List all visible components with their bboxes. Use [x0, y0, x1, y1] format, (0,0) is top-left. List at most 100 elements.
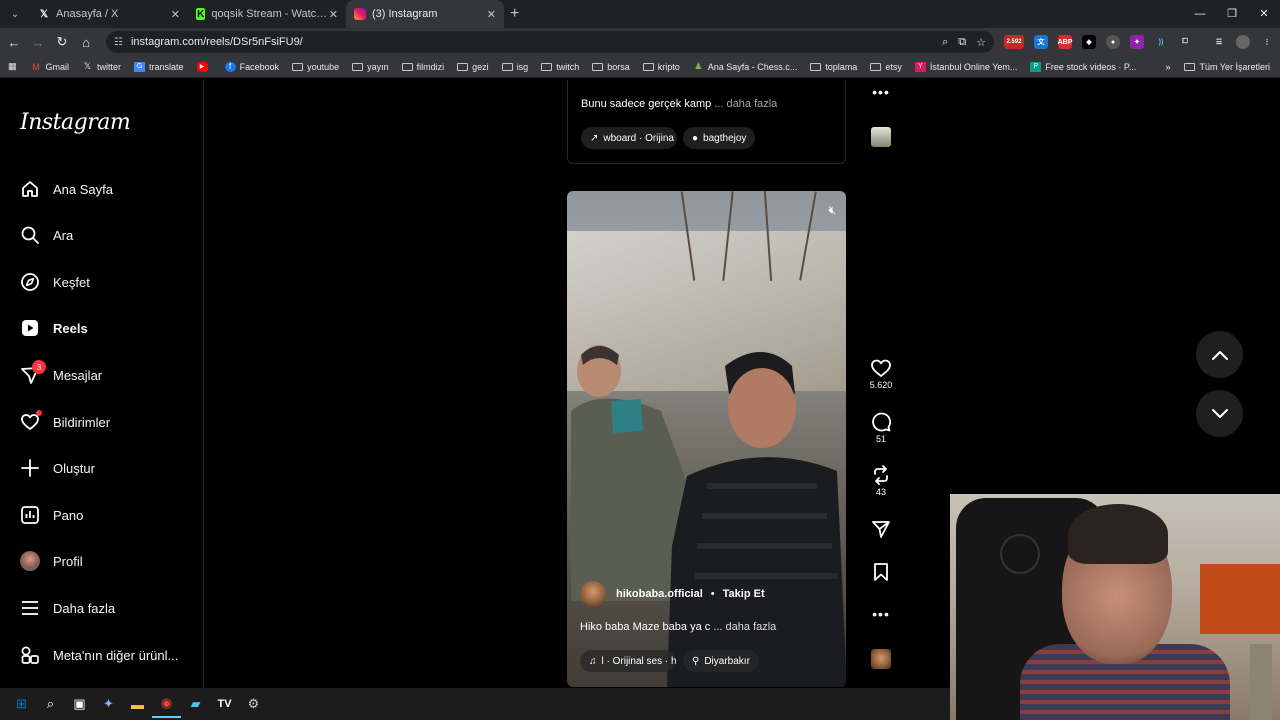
reading-list-icon[interactable]: ☰ — [1212, 35, 1226, 49]
repost-icon[interactable] — [870, 465, 892, 485]
share-action[interactable] — [866, 519, 896, 539]
bookmark-youtube-site[interactable]: ▶ — [196, 61, 212, 72]
next-reel-button[interactable] — [1196, 390, 1243, 437]
copilot-icon[interactable]: ✦ — [94, 690, 123, 718]
bookmark-folder-yayin[interactable]: yayın — [352, 62, 389, 72]
bookmark-translate[interactable]: Gtranslate — [134, 61, 184, 72]
forward-icon[interactable]: → — [26, 35, 50, 50]
kebab-menu-icon[interactable]: ⋮ — [1260, 35, 1274, 49]
sidebar-item-more[interactable]: Daha fazla — [20, 598, 115, 618]
minimize-icon[interactable]: — — [1184, 0, 1216, 28]
windows-start-icon[interactable]: ⊞ — [7, 690, 36, 718]
reload-icon[interactable]: ↻ — [50, 34, 74, 50]
previous-reel-button[interactable] — [1196, 331, 1243, 378]
reel-more-options[interactable]: ••• — [866, 606, 896, 622]
bookmark-folder-filmdizi[interactable]: filmdizi — [401, 62, 444, 72]
bookmark-folder-etsy[interactable]: etsy — [870, 62, 902, 72]
previous-reel-tag-pill[interactable]: ● bagthejoy — [683, 127, 756, 149]
extension-badge-icon[interactable]: 2.592 — [1004, 35, 1024, 49]
tab-twitter[interactable]: 𝕏 Anasayfa / X ✕ — [30, 0, 188, 28]
save-action[interactable] — [866, 562, 896, 582]
instagram-logo[interactable]: Instagram — [20, 110, 131, 135]
reel-audio-pill[interactable]: ♫ l · Orijinal ses · h — [580, 650, 676, 672]
bookmark-folder-youtube[interactable]: youtube — [292, 62, 339, 72]
bookmark-folder-borsa[interactable]: borsa — [592, 62, 630, 72]
sidebar-item-create[interactable]: Oluştur — [20, 458, 95, 478]
home-icon[interactable]: ⌂ — [74, 35, 98, 50]
heart-icon[interactable] — [870, 358, 892, 378]
sidebar-item-messages[interactable]: 3 Mesajlar — [20, 360, 102, 385]
sidebar-item-dashboard[interactable]: Pano — [20, 505, 83, 525]
profile-extension-icon[interactable]: ● — [1106, 35, 1120, 49]
task-view-icon[interactable]: ▣ — [65, 690, 94, 718]
bookmark-yemek[interactable]: Y İstanbul Online Yem... — [914, 61, 1017, 72]
share-paper-plane-icon[interactable] — [870, 519, 892, 539]
new-tab-button[interactable]: + — [510, 5, 519, 23]
translate-extension-icon[interactable]: 文 — [1034, 35, 1048, 49]
like-action[interactable]: 5.620 — [866, 358, 896, 390]
previous-reel-card[interactable]: Bunu sadece gerçek kamp ... daha fazla ↗… — [567, 80, 846, 164]
zoom-icon[interactable]: ⌕ — [942, 36, 948, 49]
tab-kick[interactable]: K qoqsik Stream - Watch Live on ✕ — [188, 0, 346, 28]
follow-button[interactable]: Takip Et — [723, 588, 765, 600]
file-explorer-icon[interactable]: ▬ — [123, 690, 152, 718]
adblock-extension-icon[interactable]: ABP — [1058, 35, 1072, 49]
tab-instagram[interactable]: (3) Instagram ✕ — [346, 0, 504, 28]
address-bar[interactable]: ☷ instagram.com/reels/DSr5nFsiFU9/ ⌕ ⧉ ☆ — [106, 31, 994, 53]
sidebar-item-meta[interactable]: Meta'nın diğer ürünl... — [20, 645, 178, 665]
bookmark-star-icon[interactable]: ☆ — [976, 36, 986, 49]
close-icon[interactable]: ✕ — [329, 8, 338, 21]
comment-action[interactable]: 51 — [866, 412, 896, 444]
close-window-icon[interactable]: ✕ — [1248, 0, 1280, 28]
sidebar-item-notifications[interactable]: Bildirimler — [20, 410, 110, 432]
sidebar-item-reels[interactable]: Reels — [20, 318, 88, 338]
bookmark-folder-isg[interactable]: isg — [501, 62, 528, 72]
sidebar-item-profile[interactable]: Profil — [20, 551, 83, 571]
comment-icon[interactable] — [870, 412, 892, 432]
reel-location-pill[interactable]: ⚲ Diyarbakır — [683, 650, 759, 672]
sidebar-item-explore[interactable]: Keşfet — [20, 272, 90, 292]
apps-icon[interactable]: ▦ — [8, 61, 17, 72]
install-icon[interactable]: ⧉ — [958, 36, 966, 49]
sidebar-item-search[interactable]: Ara — [20, 225, 73, 245]
bookmark-facebook[interactable]: f Facebook — [224, 61, 279, 72]
close-icon[interactable]: ✕ — [171, 8, 180, 21]
bookmark-gmail[interactable]: M Gmail — [31, 62, 69, 72]
chrome-icon[interactable]: ◉ — [152, 690, 181, 718]
site-info-icon[interactable]: ☷ — [114, 37, 123, 48]
bookmark-stock-videos[interactable]: P Free stock videos · P... — [1030, 61, 1136, 72]
sidebar-item-home[interactable]: Ana Sayfa — [20, 179, 113, 199]
app-icon[interactable]: ▰ — [181, 690, 210, 718]
all-bookmarks-button[interactable]: Tüm Yer İşaretleri — [1184, 62, 1270, 72]
puzzle-extension-icon[interactable]: ⧠ — [1178, 35, 1192, 49]
app-notification-icon[interactable]: ⚙ — [239, 690, 268, 718]
author-avatar[interactable] — [580, 581, 606, 607]
bookmark-folder-gezi[interactable]: gezi — [457, 62, 489, 72]
more-options-icon[interactable]: ••• — [872, 84, 890, 100]
diamond-extension-icon[interactable]: ◆ — [1082, 35, 1096, 49]
repost-action[interactable]: 43 — [866, 465, 896, 497]
bookmarks-overflow-icon[interactable]: » — [1165, 62, 1170, 72]
more-options-icon[interactable]: ••• — [872, 606, 890, 622]
previous-reel-audio-pill[interactable]: ↗ wboard · Orijina — [581, 127, 677, 149]
previous-reel-caption[interactable]: Bunu sadece gerçek kamp ... daha fazla — [581, 98, 777, 110]
profile-avatar-icon[interactable] — [1236, 35, 1250, 49]
purple-extension-icon[interactable]: ✦ — [1130, 35, 1144, 49]
bookmark-folder-toplama[interactable]: toplama — [810, 62, 857, 72]
bookmark-twitter[interactable]: 𝕏twitter — [82, 61, 121, 72]
bookmark-icon[interactable] — [870, 562, 892, 582]
reel-video[interactable]: 🔇︎ hikobaba.official • Takip Et Hiko bab… — [567, 191, 846, 687]
reel-audio-thumb[interactable] — [866, 649, 896, 669]
tab-search-button[interactable]: ⌄ — [4, 3, 26, 25]
audio-extension-icon[interactable]: )) — [1154, 35, 1168, 49]
tradingview-icon[interactable]: TV — [210, 690, 239, 718]
bookmark-folder-twitch[interactable]: twitch — [541, 62, 579, 72]
previous-reel-audio-thumb[interactable] — [866, 127, 896, 147]
author-username[interactable]: hikobaba.official — [616, 588, 703, 600]
bookmark-chess[interactable]: ♟ Ana Sayfa - Chess.c... — [693, 61, 797, 72]
search-icon[interactable]: ⌕ — [36, 690, 65, 718]
close-icon[interactable]: ✕ — [487, 8, 496, 21]
muted-speaker-icon[interactable]: 🔇︎ — [828, 203, 836, 218]
restore-icon[interactable]: ❐ — [1216, 0, 1248, 28]
back-icon[interactable]: ← — [2, 35, 26, 50]
